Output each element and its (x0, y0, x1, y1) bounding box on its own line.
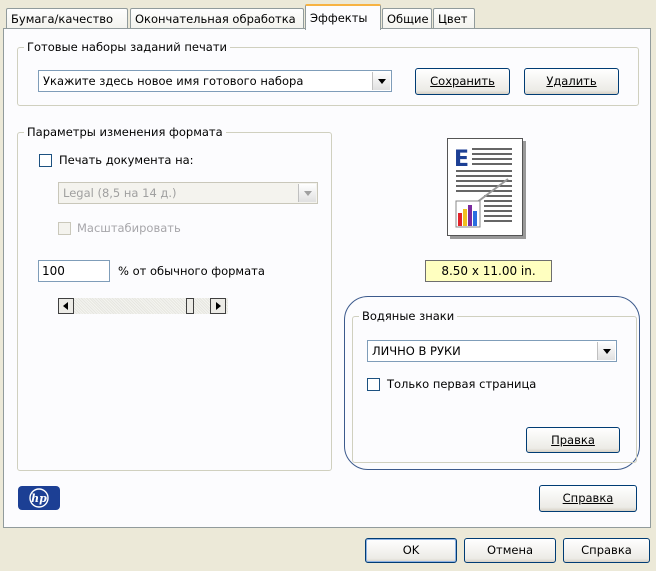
preset-name-value: Укажите здесь новое имя готового набора (43, 74, 304, 88)
tab-paper-quality[interactable]: Бумага/качество (6, 8, 128, 28)
chevron-down-icon[interactable] (372, 72, 390, 90)
hp-logo: hp (18, 486, 60, 510)
ok-button[interactable]: OK (365, 538, 457, 563)
first-page-only-label: Только первая страница (387, 377, 537, 391)
dialog-help-button[interactable]: Справка (563, 538, 650, 563)
paper-size-value: Legal (8,5 на 14 д.) (63, 186, 177, 200)
scroll-right-button[interactable] (210, 298, 226, 314)
watermark-edit-label: Правка (551, 433, 595, 447)
scale-label: Масштабировать (77, 221, 181, 235)
tab-color[interactable]: Цвет (433, 8, 475, 28)
hp-logo-icon: hp (29, 488, 49, 508)
first-page-only-checkbox[interactable] (367, 378, 380, 391)
chevron-down-icon[interactable] (597, 342, 615, 360)
presets-legend: Готовые наборы заданий печати (24, 39, 230, 55)
watermark-value: ЛИЧНО В РУКИ (372, 344, 461, 358)
panel-help-button[interactable]: Справка (539, 485, 637, 512)
scale-checkbox[interactable] (58, 222, 71, 235)
arrow-left-icon (63, 302, 68, 310)
resize-legend: Параметры изменения формата (24, 124, 226, 140)
chevron-down-icon[interactable] (298, 184, 316, 202)
arrow-right-icon (216, 302, 221, 310)
scale-slider-thumb[interactable] (186, 298, 194, 314)
watermark-edit-button[interactable]: Правка (526, 427, 620, 453)
paper-size-combo[interactable]: Legal (8,5 на 14 д.) (58, 182, 318, 204)
page-size-badge: 8.50 x 11.00 in. (425, 260, 552, 282)
delete-preset-button[interactable]: Удалить (524, 68, 619, 95)
print-on-checkbox[interactable] (39, 154, 52, 167)
tab-general[interactable]: Общие (382, 8, 432, 28)
svg-text:E: E (454, 147, 469, 172)
page-preview-icon: E (454, 147, 512, 228)
print-on-label: Печать документа на: (59, 153, 194, 167)
percent-input[interactable]: 100 (38, 260, 110, 282)
scroll-left-button[interactable] (58, 298, 74, 314)
tab-finishing[interactable]: Окончательная обработка (130, 8, 304, 28)
scale-slider-track[interactable] (58, 298, 228, 314)
svg-text:hp: hp (31, 492, 47, 505)
watermarks-legend: Водяные знаки (359, 308, 458, 324)
cancel-button[interactable]: Отмена (464, 538, 556, 563)
tab-effects[interactable]: Эффекты (305, 4, 381, 30)
preset-name-combo[interactable]: Укажите здесь новое имя готового набора (38, 70, 392, 92)
watermark-combo[interactable]: ЛИЧНО В РУКИ (367, 340, 617, 362)
save-preset-button[interactable]: Сохранить (415, 68, 510, 95)
percent-label: % от обычного формата (118, 264, 265, 278)
save-preset-label: Сохранить (430, 74, 495, 88)
page-preview: E (447, 138, 523, 236)
panel-help-label: Справка (562, 491, 614, 505)
delete-preset-label: Удалить (546, 74, 597, 88)
